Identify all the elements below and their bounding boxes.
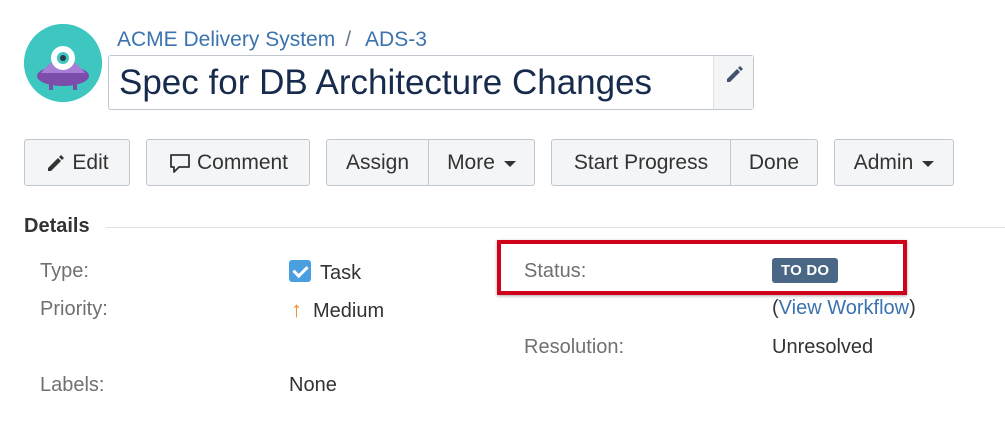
arrow-up-priority-icon: ↑ [291, 297, 302, 322]
priority-value: ↑ Medium [291, 297, 384, 323]
view-workflow-close-paren: ) [909, 297, 916, 319]
pencil-icon [48, 154, 65, 171]
issue-title-field[interactable]: Spec for DB Architecture Changes [108, 55, 754, 110]
priority-label: Priority: [40, 298, 108, 320]
project-avatar[interactable] [24, 24, 102, 102]
chevron-down-icon [922, 160, 935, 167]
breadcrumb: ACME Delivery System / ADS-3 [117, 27, 427, 53]
edit-button[interactable]: Edit [24, 139, 130, 186]
assign-more-group: Assign More [326, 139, 535, 186]
more-dropdown-button[interactable]: More [428, 140, 534, 185]
comment-button-label: Comment [196, 150, 289, 174]
type-value: Task [289, 260, 361, 285]
chevron-down-icon [503, 160, 516, 167]
start-progress-button[interactable]: Start Progress [552, 140, 730, 185]
type-label: Type: [40, 260, 89, 282]
resolution-value: Unresolved [772, 336, 874, 358]
workflow-group: Start Progress Done [551, 139, 818, 186]
edit-button-label: Edit [72, 150, 109, 174]
done-button[interactable]: Done [730, 140, 817, 185]
pencil-icon [726, 66, 743, 82]
labels-label: Labels: [40, 374, 105, 396]
details-divider [106, 227, 1005, 228]
issue-title: Spec for DB Architecture Changes [119, 63, 653, 102]
done-button-label: Done [748, 150, 800, 174]
admin-dropdown-button[interactable]: Admin [834, 139, 954, 186]
resolution-label: Resolution: [524, 336, 625, 358]
type-value-text: Task [320, 262, 362, 284]
assign-button-label: Assign [345, 150, 410, 174]
view-workflow: (View Workflow) [772, 297, 916, 320]
breadcrumb-project-link[interactable]: ACME Delivery System [117, 28, 335, 51]
breadcrumb-separator: / [345, 28, 352, 51]
breadcrumb-issue-key-link[interactable]: ADS-3 [365, 28, 427, 51]
priority-value-text: Medium [313, 300, 385, 322]
ufo-avatar-icon [24, 24, 102, 102]
status-badge[interactable]: TO DO [772, 258, 839, 283]
task-type-icon [289, 260, 311, 282]
comment-button[interactable]: Comment [146, 139, 310, 186]
assign-button[interactable]: Assign [327, 140, 428, 185]
details-heading[interactable]: Details [24, 215, 90, 238]
admin-button-label: Admin [853, 150, 914, 174]
status-label: Status: [524, 260, 587, 282]
title-edit-button[interactable] [713, 56, 753, 109]
comment-icon [170, 153, 190, 173]
labels-value: None [289, 374, 337, 396]
start-progress-label: Start Progress [573, 150, 709, 174]
view-workflow-link[interactable]: View Workflow [779, 297, 909, 319]
view-workflow-open-paren: ( [772, 297, 779, 319]
more-button-label: More [447, 150, 495, 174]
